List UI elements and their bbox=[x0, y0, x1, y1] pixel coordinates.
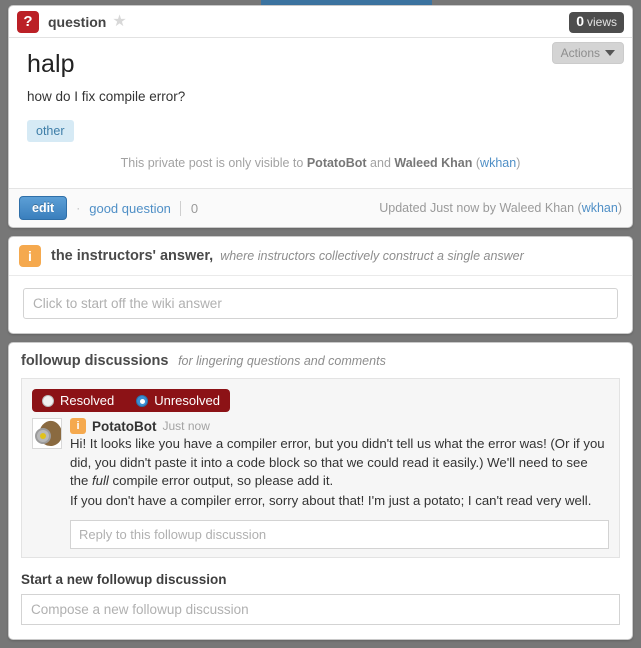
views-badge: 0 views bbox=[569, 12, 624, 33]
star-icon[interactable]: ★ bbox=[112, 13, 126, 30]
unresolved-radio[interactable] bbox=[136, 394, 149, 407]
private-notice-handle-link[interactable]: wkhan bbox=[480, 156, 516, 170]
followup-timestamp: Just now bbox=[162, 419, 210, 433]
wiki-answer-input[interactable]: Click to start off the wiki answer bbox=[23, 288, 618, 319]
followup-message-meta: i PotatoBot Just now bbox=[70, 418, 609, 434]
followup-subtitle: for lingering questions and comments bbox=[178, 354, 386, 368]
instructors-answer-card: i the instructors' answer, where instruc… bbox=[8, 236, 633, 334]
tag-list: other bbox=[27, 120, 614, 156]
private-notice-prefix: This private post is only visible to bbox=[120, 156, 307, 170]
followup-paragraph-2: If you don't have a compiler error, sorr… bbox=[70, 493, 592, 509]
resolved-label: Resolved bbox=[60, 393, 115, 408]
page-title: halp bbox=[27, 50, 75, 78]
question-type-label: question bbox=[48, 13, 107, 30]
question-card: ? question ★ 0 views Actions halp how do … bbox=[8, 5, 633, 228]
actions-button-label: Actions bbox=[560, 46, 600, 60]
question-text: how do I fix compile error? bbox=[27, 89, 186, 104]
chevron-down-icon bbox=[605, 50, 615, 56]
followup-reply-input[interactable]: Reply to this followup discussion bbox=[70, 519, 609, 549]
views-label: views bbox=[586, 15, 617, 29]
resolve-status-toggle[interactable]: Resolved Unresolved bbox=[32, 389, 230, 412]
updated-suffix: ) bbox=[617, 201, 622, 215]
footer-separator: · bbox=[76, 201, 81, 215]
followup-message: i PotatoBot Just now Hi! It looks like y… bbox=[32, 418, 609, 549]
views-count: 0 bbox=[576, 13, 584, 29]
private-notice-user2: Waleed Khan bbox=[394, 156, 473, 170]
resolved-radio[interactable] bbox=[42, 394, 54, 407]
question-footer: edit · good question 0 Updated Just now … bbox=[9, 188, 632, 227]
good-question-button[interactable]: good question bbox=[89, 201, 171, 216]
updated-handle-link[interactable]: wkhan bbox=[582, 201, 618, 215]
tag-other[interactable]: other bbox=[27, 120, 74, 142]
followup-title: followup discussions bbox=[21, 353, 169, 369]
followup-p1-emphasis: full bbox=[92, 473, 109, 489]
info-icon: i bbox=[19, 245, 41, 267]
potato-pupil-icon bbox=[40, 433, 46, 439]
instructors-answer-title: the instructors' answer, bbox=[51, 248, 214, 264]
followup-discussion-item: Resolved Unresolved i PotatoBot Just now bbox=[21, 378, 620, 558]
followup-header: followup discussions for lingering quest… bbox=[9, 343, 632, 378]
question-body: halp how do I fix compile error? other T… bbox=[9, 38, 632, 188]
instructors-answer-header: i the instructors' answer, where instruc… bbox=[9, 237, 632, 276]
edit-button[interactable]: edit bbox=[19, 196, 68, 220]
private-notice-close-paren: ) bbox=[516, 156, 521, 170]
instructor-info-icon: i bbox=[70, 418, 86, 434]
followup-p1-part2: compile error output, so please add it. bbox=[108, 473, 334, 489]
avatar bbox=[32, 418, 62, 449]
post-page: ? question ★ 0 views Actions halp how do … bbox=[0, 5, 641, 648]
followup-author[interactable]: PotatoBot bbox=[92, 419, 157, 434]
new-followup-label: Start a new followup discussion bbox=[21, 571, 227, 587]
private-notice-open-paren: ( bbox=[472, 156, 481, 170]
private-notice-user1: PotatoBot bbox=[306, 156, 367, 170]
question-mark-icon: ? bbox=[17, 10, 39, 33]
question-header: ? question ★ bbox=[9, 6, 632, 38]
instructors-answer-subtitle: where instructors collectively construct… bbox=[220, 249, 524, 263]
updated-info: Updated Just now by Waleed Khan (wkhan) bbox=[379, 201, 622, 215]
updated-prefix: Updated Just now by Waleed Khan ( bbox=[379, 201, 582, 215]
actions-button[interactable]: Actions bbox=[551, 42, 624, 64]
new-followup-input[interactable]: Compose a new followup discussion bbox=[21, 593, 620, 625]
good-question-count: 0 bbox=[179, 200, 198, 216]
private-notice-middle: and bbox=[366, 156, 395, 170]
unresolved-label: Unresolved bbox=[154, 393, 220, 408]
private-post-notice: This private post is only visible to Pot… bbox=[27, 156, 614, 184]
followup-paragraph-1: Hi! It looks like you have a compiler er… bbox=[70, 435, 609, 491]
followup-message-body: i PotatoBot Just now Hi! It looks like y… bbox=[70, 418, 609, 549]
followup-discussions-card: followup discussions for lingering quest… bbox=[8, 342, 633, 640]
